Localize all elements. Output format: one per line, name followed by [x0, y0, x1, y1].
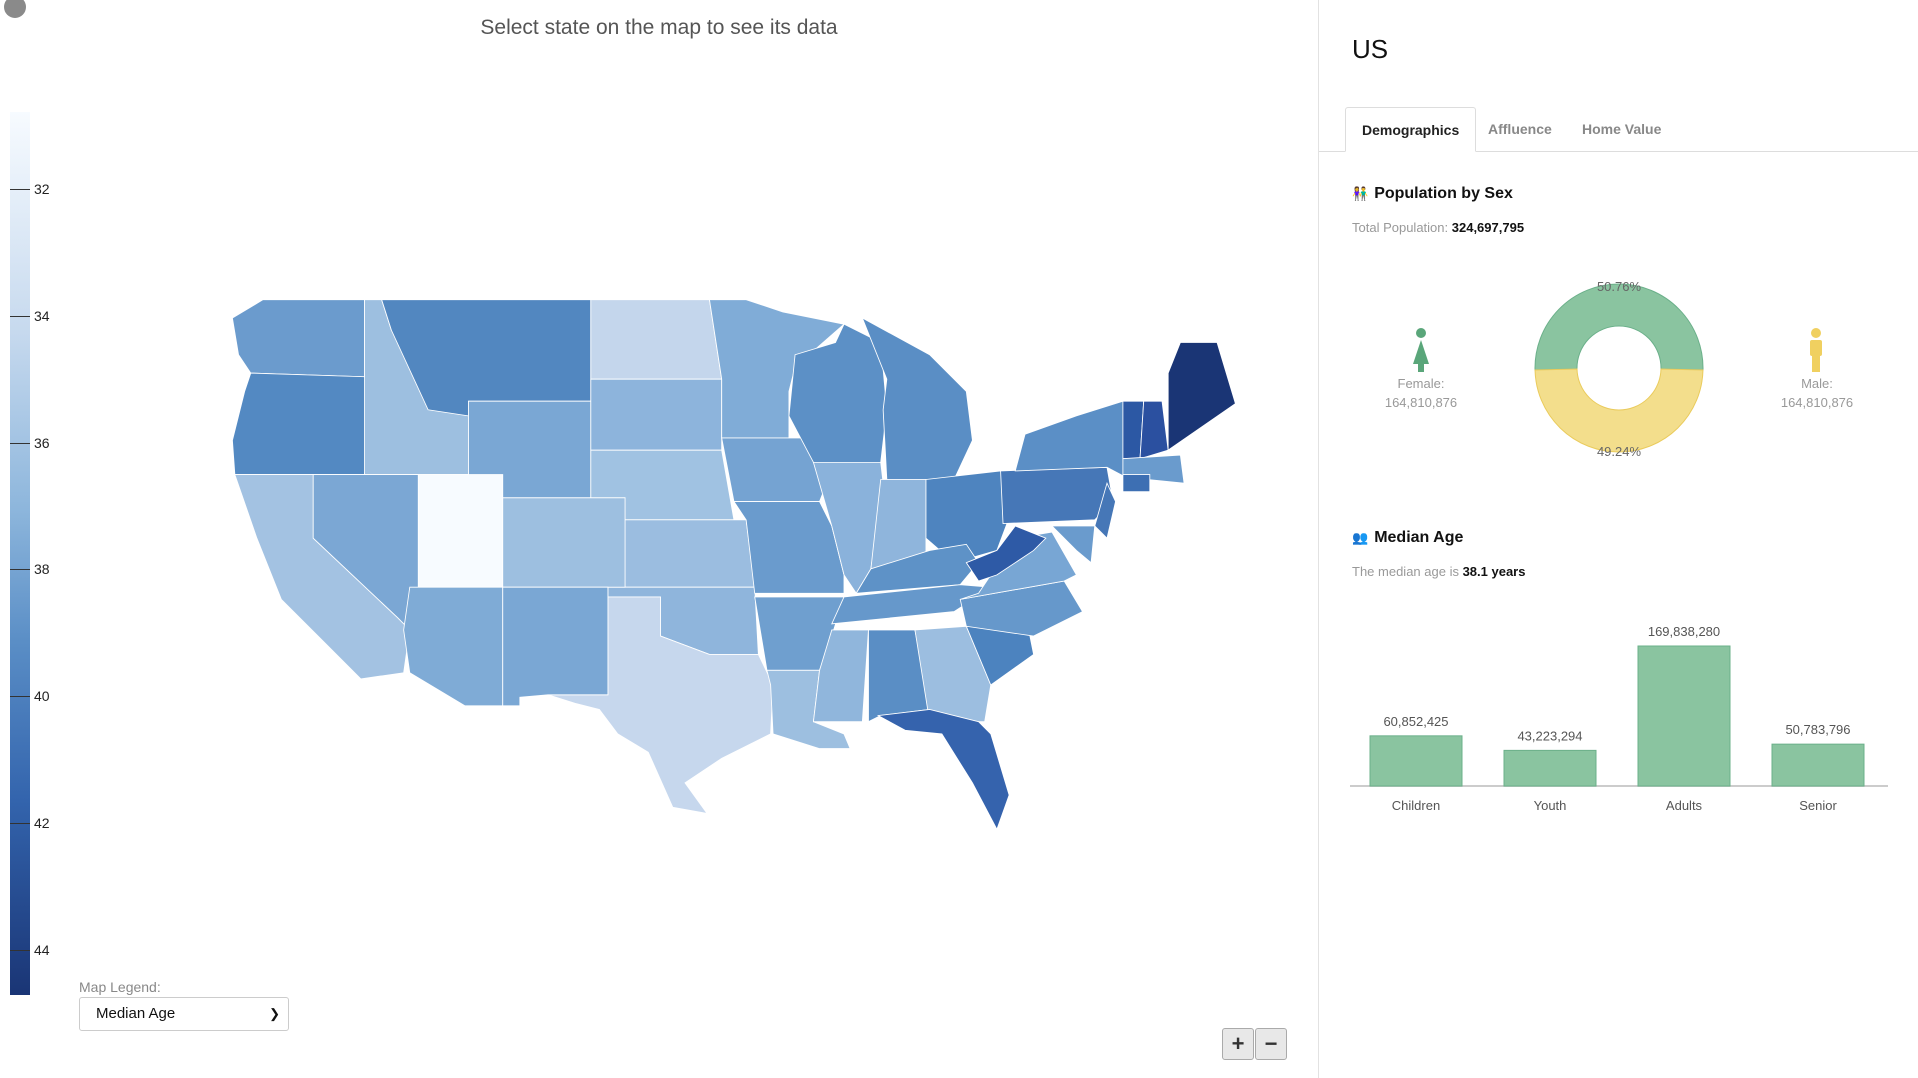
state-shape[interactable]: [590, 378, 723, 451]
tab-bar: Demographics Affluence Home Value: [1319, 107, 1918, 152]
bar-adults: [1637, 645, 1731, 787]
map-legend-select[interactable]: Median Age ❯: [79, 997, 289, 1031]
bar-value-label: 169,838,280: [1648, 624, 1720, 639]
median-age-text: The median age is 38.1 years: [1352, 564, 1526, 579]
state-shape[interactable]: [231, 299, 365, 378]
donut-slice-female: [1534, 283, 1704, 371]
state-shape[interactable]: [1122, 474, 1151, 493]
people-icon: 👫: [1352, 186, 1369, 201]
state-shape[interactable]: [1139, 400, 1169, 460]
zoom-in-button[interactable]: +: [1222, 1028, 1254, 1060]
state-shape[interactable]: [1000, 466, 1114, 524]
state-shape[interactable]: [417, 474, 504, 588]
us-map[interactable]: [0, 0, 1318, 1078]
chevron-down-icon: ❯: [269, 1006, 280, 1021]
state-shape[interactable]: [1167, 342, 1236, 451]
bar-category-label: Children: [1392, 798, 1440, 813]
female-icon: [1413, 328, 1429, 372]
male-label: Male:: [1801, 376, 1833, 391]
male-icon: [1810, 328, 1822, 372]
state-shape[interactable]: [403, 586, 504, 707]
bar-senior: [1771, 743, 1865, 787]
female-value: 164,810,876: [1384, 395, 1458, 410]
population-heading: 👫 Population by Sex: [1352, 185, 1513, 202]
state-shape[interactable]: [1014, 400, 1126, 478]
state-shape[interactable]: [502, 497, 626, 588]
sex-donut-chart: 50.76% 49.24%: [1534, 279, 1704, 459]
state-shape[interactable]: [590, 299, 723, 380]
median-age-value: 38.1 years: [1462, 564, 1526, 579]
bar-category-label: Senior: [1799, 798, 1837, 813]
bar-youth: [1503, 749, 1597, 787]
tab-demographics[interactable]: Demographics: [1345, 107, 1477, 152]
bar-category-label: Youth: [1534, 798, 1567, 813]
state-shape[interactable]: [502, 586, 609, 707]
state-shape[interactable]: [876, 709, 1010, 831]
state-shape[interactable]: [231, 372, 374, 476]
state-shape[interactable]: [624, 519, 756, 588]
tab-affluence[interactable]: Affluence: [1472, 107, 1568, 152]
donut-label: 50.76%: [1597, 279, 1642, 294]
donut-slice-male: [1534, 368, 1704, 453]
legend-select-value: Median Age: [96, 1005, 176, 1022]
male-value: 164,810,876: [1780, 395, 1854, 410]
bar-children: [1369, 735, 1463, 787]
age-bar-chart: 60,852,425 Children 43,223,294 Youth 169,838…: [1350, 624, 1888, 813]
panel-title: US: [1352, 34, 1389, 64]
bar-value-label: 60,852,425: [1383, 714, 1448, 729]
group-icon: 👥: [1352, 530, 1369, 545]
total-population-value: 324,697,795: [1451, 220, 1525, 235]
bar-category-label: Adults: [1666, 798, 1703, 813]
donut-label: 49.24%: [1597, 444, 1642, 459]
total-population: Total Population: 324,697,795: [1352, 220, 1525, 235]
median-age-heading: 👥 Median Age: [1352, 529, 1464, 546]
bar-value-label: 50,783,796: [1785, 722, 1850, 737]
tab-home-value[interactable]: Home Value: [1566, 107, 1677, 152]
bar-value-label: 43,223,294: [1517, 728, 1582, 743]
zoom-out-button[interactable]: −: [1255, 1028, 1287, 1060]
female-label: Female:: [1397, 376, 1445, 391]
panel-divider: [1318, 0, 1319, 1078]
map-legend-label: Map Legend:: [79, 979, 161, 995]
